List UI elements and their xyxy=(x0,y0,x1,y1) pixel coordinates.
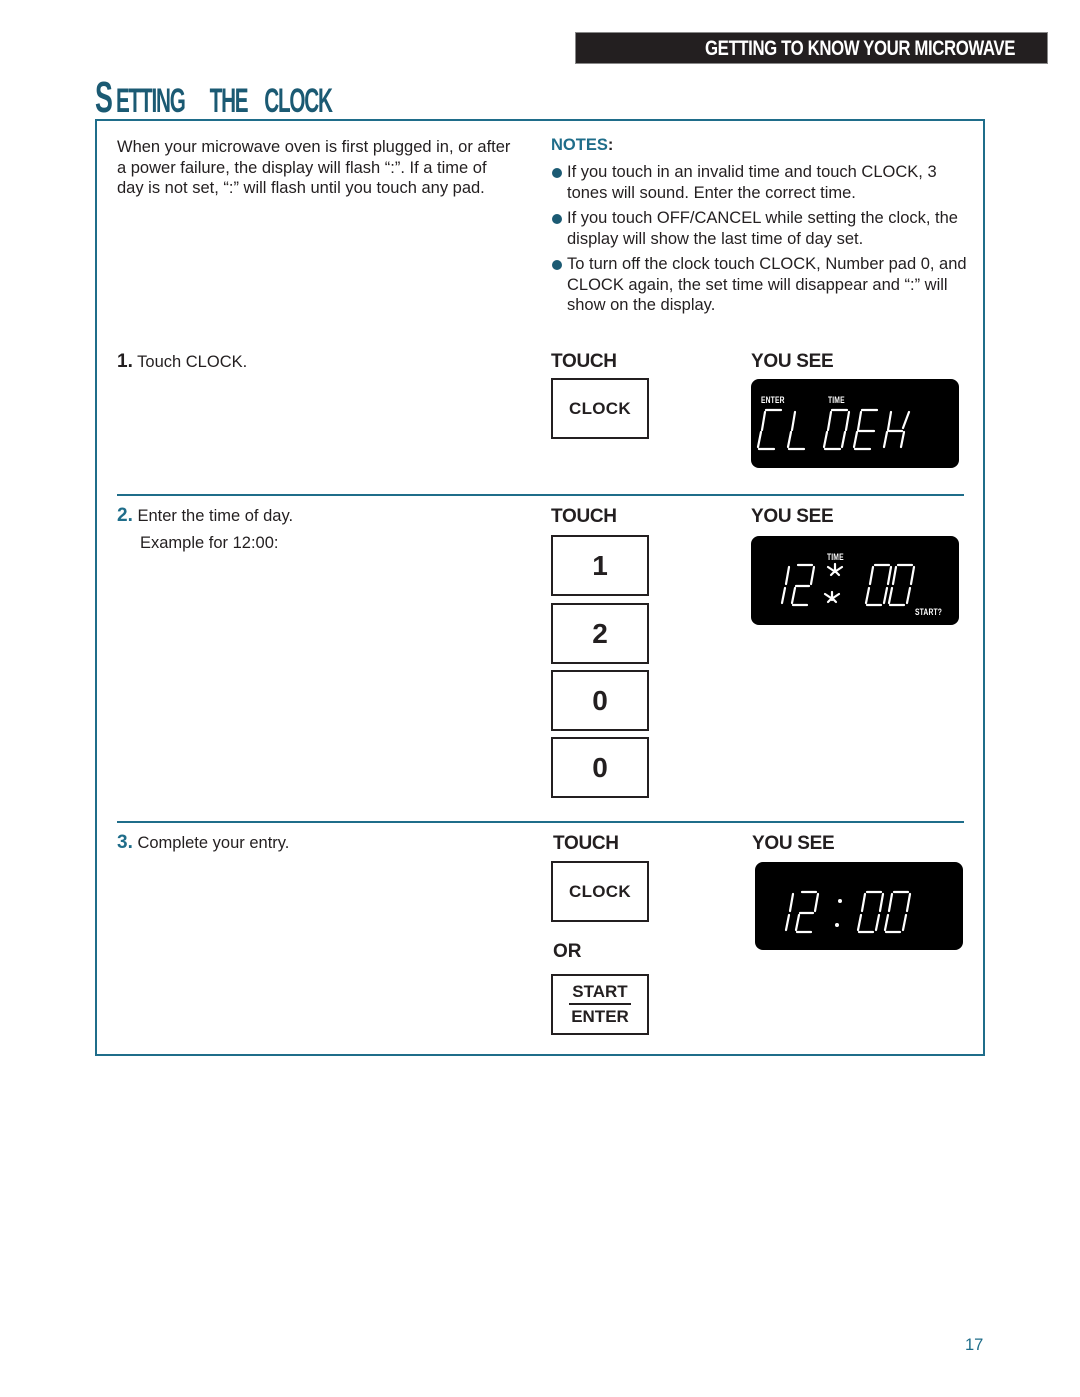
page-title-initial: S xyxy=(95,73,113,122)
page-number: 17 xyxy=(965,1336,984,1354)
step-3-instruction: 3. Complete your entry. xyxy=(117,833,289,853)
bullet-icon xyxy=(552,214,562,224)
note-text: If you touch OFF/CANCEL while setting th… xyxy=(567,209,958,248)
page-title-word1-rest: ETTING xyxy=(116,82,186,120)
notes-heading: NOTES: xyxy=(551,136,613,155)
section-header-bar: GETTING TO KNOW YOUR MICROWAVE OVEN xyxy=(575,32,1048,92)
step-text: Touch CLOCK. xyxy=(137,353,248,371)
step-number: 1. xyxy=(117,351,133,372)
note-text: To turn off the clock touch CLOCK, Numbe… xyxy=(567,255,967,314)
number-pad-0-button[interactable]: 0 xyxy=(551,737,649,798)
number-pad-0-button[interactable]: 0 xyxy=(551,670,649,731)
note-item: If you touch in an invalid time and touc… xyxy=(552,162,972,203)
note-item: To turn off the clock touch CLOCK, Numbe… xyxy=(552,254,972,316)
you-see-column-heading: YOU SEE xyxy=(752,833,835,854)
step-2-example: Example for 12:00: xyxy=(140,534,279,552)
step-divider xyxy=(117,821,964,823)
page-title: S ETTING THE CLOCK xyxy=(95,74,423,125)
bullet-icon xyxy=(552,260,562,270)
step-number: 2. xyxy=(117,505,133,526)
step-divider xyxy=(117,494,964,496)
clock-pad-button[interactable]: CLOCK xyxy=(551,378,649,439)
start-enter-pad-button[interactable]: START ENTER xyxy=(551,974,649,1035)
note-item: If you touch OFF/CANCEL while setting th… xyxy=(552,208,972,249)
notes-heading-colon: : xyxy=(607,136,614,154)
pad-divider-rule xyxy=(569,1002,631,1006)
step-number: 3. xyxy=(117,832,133,853)
notes-heading-text: NOTES xyxy=(551,136,608,154)
seven-segment-clock-text xyxy=(756,408,911,451)
you-see-column-heading: YOU SEE xyxy=(751,506,834,527)
start-label: START xyxy=(572,981,628,1001)
step-text: Complete your entry. xyxy=(137,834,290,852)
note-text: If you touch in an invalid time and touc… xyxy=(567,163,937,202)
number-pad-1-button[interactable]: 1 xyxy=(551,535,649,596)
touch-column-heading: TOUCH xyxy=(553,833,619,854)
bullet-icon xyxy=(552,168,562,178)
touch-column-heading: TOUCH xyxy=(551,351,617,372)
step-text: Enter the time of day. xyxy=(137,507,294,525)
enter-label: ENTER xyxy=(571,1007,629,1027)
step-1-instruction: 1. Touch CLOCK. xyxy=(117,352,247,372)
or-label: OR xyxy=(553,941,582,962)
display-clock: ENTER TIME xyxy=(751,379,959,468)
display-12-00 xyxy=(755,862,963,950)
number-pad-2-button[interactable]: 2 xyxy=(551,603,649,664)
seven-segment-12-00-set xyxy=(784,890,912,934)
display-12-00-flashing: TIME START? xyxy=(751,536,959,625)
page-title-word2: THE xyxy=(210,82,249,120)
you-see-column-heading: YOU SEE xyxy=(751,351,834,372)
intro-paragraph: When your microwave oven is first plugge… xyxy=(117,138,511,197)
step-2-instruction: 2. Enter the time of day. xyxy=(117,506,293,526)
page-title-word3: CLOCK xyxy=(264,82,333,120)
section-header-title: GETTING TO KNOW YOUR MICROWAVE OVEN xyxy=(704,37,1015,92)
touch-column-heading: TOUCH xyxy=(551,506,617,527)
seven-segment-12-00 xyxy=(780,562,916,607)
clock-pad-button[interactable]: CLOCK xyxy=(551,861,649,922)
